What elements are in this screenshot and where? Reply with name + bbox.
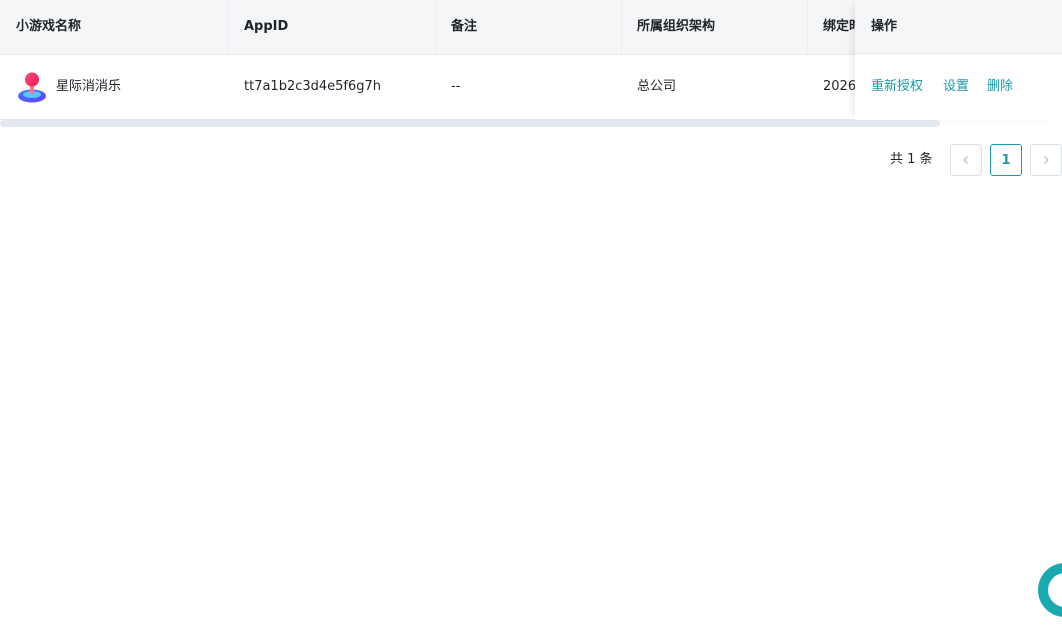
remark-cell: --	[451, 79, 461, 94]
game-name-cell: 星际消消乐	[56, 79, 122, 94]
appid-cell: tt7a1b2c3d4e5f6g7h	[244, 79, 382, 94]
prev-page-button[interactable]	[950, 144, 982, 176]
reauthorize-link[interactable]: 重新授权	[871, 55, 923, 119]
fixed-action-column: 操作 重新授权 设置 删除	[855, 0, 1062, 120]
org-cell: 总公司	[637, 79, 677, 94]
header-actions: 操作	[855, 0, 1062, 54]
horizontal-scrollbar[interactable]	[0, 120, 940, 127]
page-number-button[interactable]: 1	[990, 144, 1022, 176]
chat-bubble-icon	[1048, 573, 1062, 607]
header-remark: 备注	[451, 19, 478, 34]
header-game-name: 小游戏名称	[16, 19, 82, 34]
header-org: 所属组织架构	[637, 19, 716, 34]
next-page-button[interactable]	[1030, 144, 1062, 176]
mini-game-table: 小游戏名称 AppID 备注 所属组织架构 绑定时间 星际消消乐 tt7a1b2…	[0, 0, 1062, 120]
chevron-right-icon	[1044, 156, 1049, 164]
pagination: 共 1 条 1	[0, 144, 1062, 176]
settings-link[interactable]: 设置	[943, 55, 969, 119]
header-appid: AppID	[244, 19, 289, 34]
delete-link[interactable]: 删除	[987, 55, 1013, 119]
column-divider	[807, 0, 808, 54]
column-divider	[621, 0, 622, 54]
game-joystick-icon	[18, 72, 46, 103]
chevron-left-icon	[963, 156, 968, 164]
total-count: 共 1 条	[890, 152, 933, 167]
column-divider	[228, 0, 229, 54]
chat-support-button[interactable]	[1038, 563, 1062, 617]
column-divider	[435, 0, 436, 54]
bind-time-cell: 2026	[823, 79, 857, 94]
